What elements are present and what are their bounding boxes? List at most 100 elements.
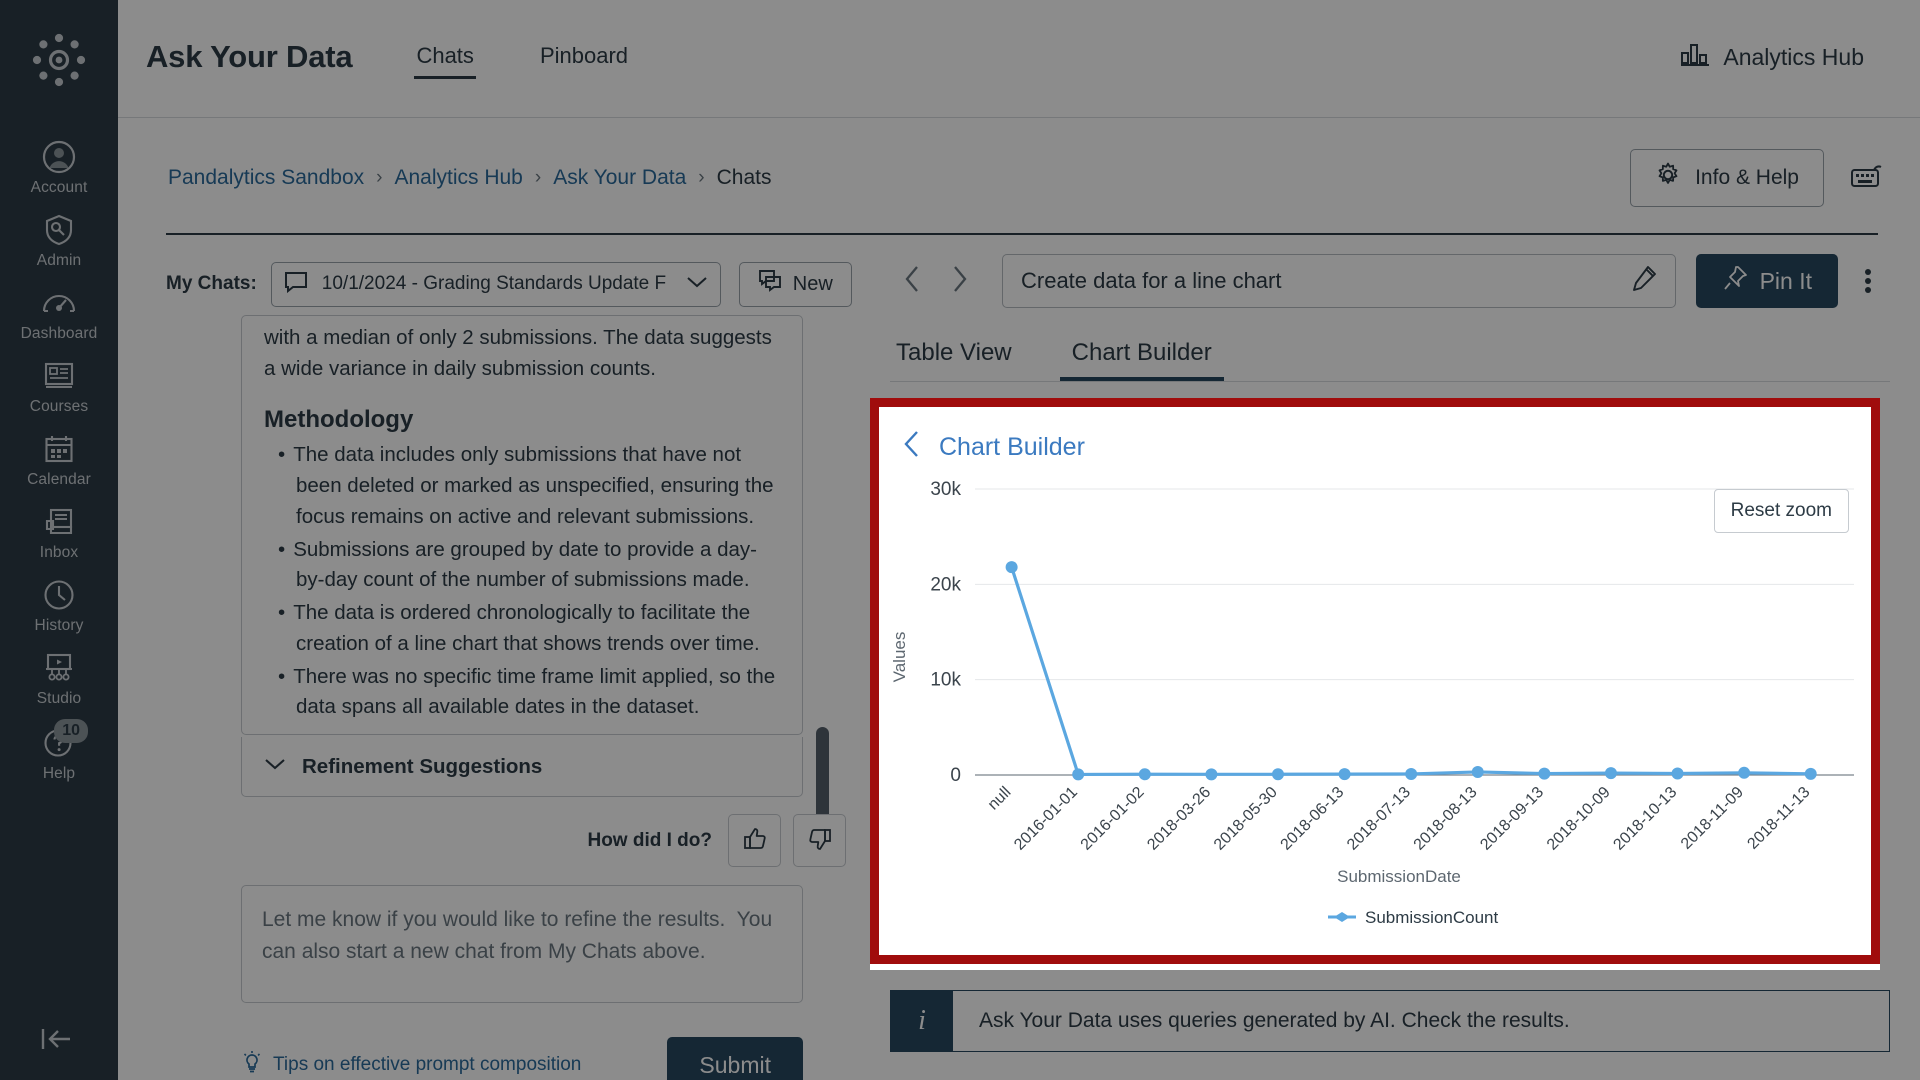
svg-text:2018-06-13: 2018-06-13: [1278, 784, 1348, 854]
svg-text:2016-01-01: 2016-01-01: [1011, 784, 1081, 854]
next-result-button[interactable]: [936, 258, 982, 304]
account-icon: [42, 137, 76, 177]
dashboard-gauge-icon: [42, 283, 76, 323]
svg-text:2018-09-13: 2018-09-13: [1477, 784, 1547, 854]
chart-data-point[interactable]: [1138, 768, 1151, 781]
breadcrumb-item-0[interactable]: Pandalytics Sandbox: [168, 166, 364, 190]
sidebar-item-label: Dashboard: [20, 325, 98, 343]
thumbs-down-button[interactable]: [793, 814, 846, 867]
chevron-left-icon: [902, 263, 924, 300]
breadcrumb-separator: ›: [534, 167, 542, 188]
breadcrumb-item-2[interactable]: Ask Your Data: [553, 166, 686, 190]
thumbs-up-icon: [742, 826, 768, 855]
tab-chart-builder[interactable]: Chart Builder: [1059, 339, 1224, 381]
feedback-row: How did I do?: [586, 813, 846, 868]
chart-data-point[interactable]: [1738, 766, 1751, 779]
keyboard-shortcuts-button[interactable]: [1850, 163, 1884, 194]
tab-pinboard[interactable]: Pinboard: [538, 37, 630, 77]
chart-data-point[interactable]: [1205, 768, 1218, 781]
prompt-input[interactable]: [241, 885, 803, 1003]
thumbs-up-button[interactable]: [728, 814, 781, 867]
sidebar-item-studio[interactable]: Studio: [0, 642, 118, 715]
feedback-question: How did I do?: [587, 829, 712, 851]
bar-chart-icon: [1680, 41, 1710, 73]
list-item: There was no specific time frame limit a…: [278, 662, 780, 724]
sidebar-collapse-button[interactable]: [0, 1025, 118, 1058]
chart-data-point[interactable]: [1671, 767, 1684, 780]
sidebar-item-dashboard[interactable]: Dashboard: [0, 277, 118, 350]
chat-pane: My Chats: 10/1/2024 - Grading Standards …: [166, 245, 876, 1080]
ai-disclaimer-text: Ask Your Data uses queries generated by …: [953, 991, 1889, 1051]
chart-y-tick-labels: 0 10k 20k 30k: [930, 479, 961, 786]
pin-icon: [1722, 265, 1748, 297]
breadcrumb-actions: Info & Help: [1630, 149, 1884, 207]
sidebar-item-label: Help: [42, 765, 76, 783]
tips-link[interactable]: Tips on effective prompt composition: [241, 1050, 581, 1080]
chart-y-axis-title: Values: [890, 632, 909, 683]
info-and-help-button[interactable]: Info & Help: [1630, 149, 1824, 207]
breadcrumb-item-1[interactable]: Analytics Hub: [394, 166, 522, 190]
chat-select-dropdown[interactable]: 10/1/2024 - Grading Standards Update F: [270, 261, 721, 307]
chart-data-point[interactable]: [1471, 765, 1484, 778]
chevron-down-icon: [264, 757, 286, 776]
chart-data-points: [1005, 561, 1817, 781]
reset-zoom-button[interactable]: Reset zoom: [1713, 489, 1849, 533]
result-header: Create data for a line chart Pin It: [890, 245, 1890, 317]
sidebar-item-label: Admin: [36, 252, 82, 270]
sidebar-item-label: Inbox: [39, 544, 79, 562]
sidebar-item-account[interactable]: Account: [0, 131, 118, 204]
new-chat-button[interactable]: New: [738, 261, 852, 307]
chart-data-point[interactable]: [1804, 767, 1817, 780]
sidebar-item-courses[interactable]: Courses: [0, 350, 118, 423]
svg-text:2018-08-13: 2018-08-13: [1411, 784, 1481, 854]
courses-book-icon: [43, 356, 75, 396]
methodology-heading: Methodology: [264, 406, 414, 434]
message-clipped-text: with a median of only 2 submissions. The…: [264, 326, 772, 381]
sidebar-item-history[interactable]: History: [0, 569, 118, 642]
analytics-hub-label: Analytics Hub: [1723, 43, 1864, 70]
chevron-down-icon: [686, 275, 708, 294]
submit-button[interactable]: Submit: [667, 1037, 803, 1080]
list-item: The data includes only submissions that …: [278, 440, 780, 532]
inbox-icon: [43, 502, 75, 542]
pin-it-label: Pin It: [1759, 267, 1812, 294]
breadcrumb-separator: ›: [376, 167, 383, 188]
tabs-divider: [890, 381, 1890, 382]
chart-data-point[interactable]: [1271, 768, 1284, 781]
help-badge-count: 10: [54, 719, 88, 743]
sidebar-item-label: Studio: [36, 690, 82, 708]
collapse-arrow-icon: [38, 1025, 80, 1058]
svg-text:2018-10-13: 2018-10-13: [1610, 784, 1680, 854]
previous-result-button[interactable]: [890, 258, 936, 304]
chart-data-point[interactable]: [1405, 767, 1418, 780]
chart-data-point[interactable]: [1538, 767, 1551, 780]
sidebar-item-label: Account: [30, 179, 88, 196]
chevron-right-icon: [948, 263, 970, 300]
chart-data-point[interactable]: [1604, 767, 1617, 780]
methodology-list: The data includes only submissions that …: [278, 440, 780, 723]
pin-it-button[interactable]: Pin It: [1695, 254, 1838, 308]
chart-builder-card: Chart Builder Reset zoom 0 10k 20k 30k null…: [870, 398, 1880, 964]
refinement-suggestions-toggle[interactable]: Refinement Suggestions: [241, 737, 803, 797]
chart-data-point[interactable]: [1338, 768, 1351, 781]
sidebar-item-inbox[interactable]: Inbox: [0, 496, 118, 569]
tab-table-view[interactable]: Table View: [896, 339, 1012, 381]
sidebar-item-calendar[interactable]: Calendar: [0, 423, 118, 496]
result-pane: Create data for a line chart Pin It Tabl…: [870, 245, 1890, 1064]
question-field[interactable]: Create data for a line chart: [1002, 254, 1676, 308]
history-clock-icon: [43, 575, 75, 615]
pencil-icon[interactable]: [1629, 265, 1657, 298]
tab-chats[interactable]: Chats: [414, 37, 477, 79]
analytics-hub-brand[interactable]: Analytics Hub: [1680, 41, 1864, 73]
sidebar-item-help[interactable]: 10 Help: [0, 717, 118, 790]
chart-data-point[interactable]: [1072, 768, 1085, 781]
canvas-logo[interactable]: [29, 30, 89, 95]
chat-select-value: 10/1/2024 - Grading Standards Update F: [321, 273, 667, 294]
sidebar-item-admin[interactable]: Admin: [0, 204, 118, 277]
breadcrumb-item-3: Chats: [716, 166, 772, 189]
sidebar-item-label: Calendar: [27, 471, 91, 489]
chart-data-point[interactable]: [1005, 561, 1018, 574]
svg-text:2018-11-09: 2018-11-09: [1678, 784, 1747, 853]
svg-text:10k: 10k: [930, 670, 961, 691]
more-options-button[interactable]: [1846, 266, 1890, 296]
